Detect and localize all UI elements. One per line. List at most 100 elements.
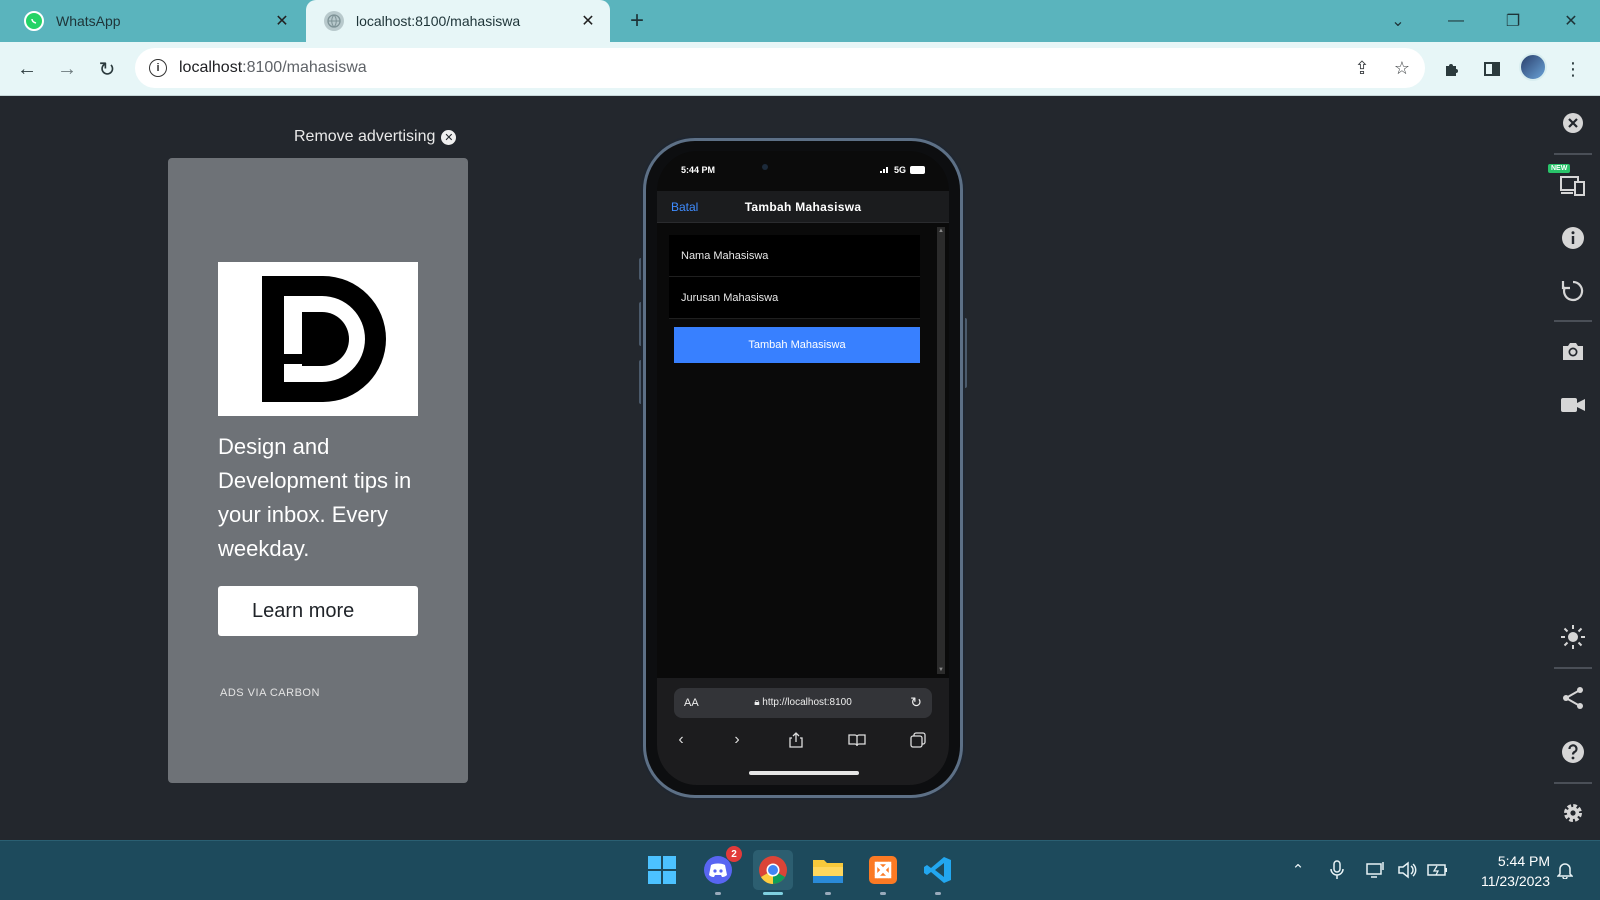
tab-title: WhatsApp [56, 13, 121, 29]
form-list [669, 235, 920, 319]
forward-icon[interactable]: › [725, 730, 749, 750]
running-indicator [763, 892, 783, 895]
phone-frame: 5:44 PM 5G Batal Tambah Mahasiswa Tambah… [643, 138, 963, 798]
battery-icon [910, 166, 925, 174]
close-icon[interactable]: ✕ [578, 11, 598, 31]
help-icon[interactable] [1558, 737, 1588, 767]
extensions-icon[interactable] [1437, 54, 1467, 84]
notification-badge: 2 [726, 846, 742, 862]
star-icon[interactable]: ☆ [1391, 57, 1413, 79]
profile-avatar[interactable] [1519, 53, 1547, 81]
chrome-icon[interactable] [753, 850, 793, 895]
chevron-down-icon[interactable]: ⌄ [1383, 6, 1413, 36]
whatsapp-icon [24, 11, 44, 31]
rail-divider [1554, 782, 1592, 784]
phone-screen: 5:44 PM 5G Batal Tambah Mahasiswa Tambah… [657, 151, 949, 785]
forward-icon[interactable]: → [52, 54, 82, 84]
share-icon[interactable] [1558, 683, 1588, 713]
status-bar: 5:44 PM 5G [657, 151, 949, 191]
close-emulator-icon[interactable] [1558, 108, 1588, 138]
ads-via-carbon-link[interactable]: ADS VIA CARBON [220, 687, 320, 699]
bookmarks-icon[interactable] [845, 730, 869, 750]
safari-url: http://localhost:8100 [762, 697, 852, 708]
more-menu-icon[interactable]: ⋮ [1558, 54, 1588, 84]
minimize-icon[interactable]: — [1441, 6, 1471, 36]
back-icon[interactable]: ‹ [669, 730, 693, 750]
share-icon[interactable]: ⇪ [1351, 57, 1373, 79]
page-title: Tambah Mahasiswa [744, 200, 862, 214]
address-host: localhost [179, 59, 243, 76]
remove-advertising-link[interactable]: Remove advertising ✕ [294, 128, 457, 146]
xampp-icon[interactable] [863, 850, 903, 895]
rail-divider [1554, 153, 1592, 155]
globe-icon [324, 11, 344, 31]
signal-icon [879, 165, 890, 175]
camera-dot [762, 164, 768, 170]
rotate-icon[interactable] [1558, 276, 1588, 306]
ad-logo[interactable] [218, 262, 418, 416]
back-icon[interactable]: ← [12, 54, 42, 84]
restore-icon[interactable]: ❐ [1498, 6, 1528, 36]
rail-divider [1554, 320, 1592, 322]
tab-whatsapp[interactable]: WhatsApp ✕ [14, 0, 304, 42]
address-bar[interactable]: i localhost:8100/mahasiswa ⇪ ☆ [135, 48, 1425, 88]
clock-time: 5:44 PM [1497, 853, 1550, 869]
info-icon[interactable] [1558, 223, 1588, 253]
browser-tab-strip: WhatsApp ✕ localhost:8100/mahasiswa ✕ + … [0, 0, 1600, 42]
scroll-up-icon[interactable]: ▲ [938, 228, 944, 234]
network-label: 5G [893, 165, 906, 175]
page-header: Batal Tambah Mahasiswa [657, 191, 949, 223]
taskbar-clock[interactable]: 5:44 PM 11/23/2023 [1464, 851, 1550, 891]
camera-icon[interactable] [1558, 336, 1588, 366]
scroll-down-icon[interactable]: ▼ [938, 667, 944, 673]
phone-side-button [963, 318, 967, 388]
safari-url-wrap: 🔒︎ http://localhost:8100 [674, 697, 932, 708]
new-tab-icon[interactable]: + [624, 7, 650, 34]
close-window-icon[interactable]: ✕ [1556, 6, 1586, 36]
close-icon[interactable]: ✕ [272, 11, 292, 31]
battery-charging-icon[interactable] [1427, 859, 1449, 881]
network-icon[interactable] [1365, 859, 1387, 881]
running-indicator [825, 892, 831, 895]
rail-divider [1554, 667, 1592, 669]
tambah-mahasiswa-button[interactable]: Tambah Mahasiswa [674, 327, 920, 363]
brightness-icon[interactable] [1558, 622, 1588, 652]
share-icon[interactable] [784, 730, 808, 750]
vscode-icon[interactable] [918, 850, 958, 895]
lock-icon: 🔒︎ [754, 697, 760, 708]
discord-icon[interactable]: 2 [698, 846, 742, 895]
running-indicator [880, 892, 886, 895]
file-explorer-icon[interactable] [808, 850, 848, 895]
tabs-icon[interactable] [906, 730, 930, 750]
microphone-icon[interactable] [1326, 859, 1348, 881]
reload-icon[interactable]: ↻ [910, 694, 922, 711]
address-path: :8100/mahasiswa [242, 59, 367, 76]
reload-icon[interactable]: ↻ [92, 54, 122, 84]
ad-text: Design and Development tips in your inbo… [218, 434, 412, 561]
safari-toolbar: AA 🔒︎ http://localhost:8100 ↻ ‹ › [657, 678, 949, 785]
tab-title: localhost:8100/mahasiswa [356, 13, 521, 29]
taskbar: 2 ⌃ 5:44 PM 11/23/2023 [0, 840, 1600, 900]
jurusan-mahasiswa-input[interactable] [669, 277, 920, 319]
home-indicator [749, 771, 859, 775]
info-icon[interactable]: i [149, 59, 167, 77]
browser-toolbar: ← → ↻ i localhost:8100/mahasiswa ⇪ ☆ ⋮ [0, 42, 1600, 96]
remove-advertising-label: Remove advertising [294, 128, 436, 145]
tab-localhost[interactable]: localhost:8100/mahasiswa ✕ [306, 0, 610, 42]
notification-bell-icon[interactable] [1554, 859, 1576, 881]
ad-card: Design and Development tips in your inbo… [168, 158, 468, 783]
close-icon[interactable]: ✕ [441, 129, 457, 145]
safari-address-bar[interactable]: AA 🔒︎ http://localhost:8100 ↻ [674, 688, 932, 718]
volume-icon[interactable] [1396, 859, 1418, 881]
windows-start-icon[interactable] [642, 850, 682, 890]
running-indicator [935, 892, 941, 895]
side-panel-icon[interactable] [1477, 54, 1507, 84]
device-toggle-icon[interactable] [1558, 170, 1588, 200]
nama-mahasiswa-input[interactable] [669, 235, 920, 277]
scrollbar[interactable]: ▲ ▼ [937, 227, 945, 674]
gear-icon[interactable] [1558, 798, 1588, 828]
video-icon[interactable] [1558, 390, 1588, 420]
learn-more-button[interactable]: Learn more [218, 586, 418, 636]
chevron-up-icon[interactable]: ⌃ [1287, 859, 1309, 881]
running-indicator [715, 892, 721, 895]
